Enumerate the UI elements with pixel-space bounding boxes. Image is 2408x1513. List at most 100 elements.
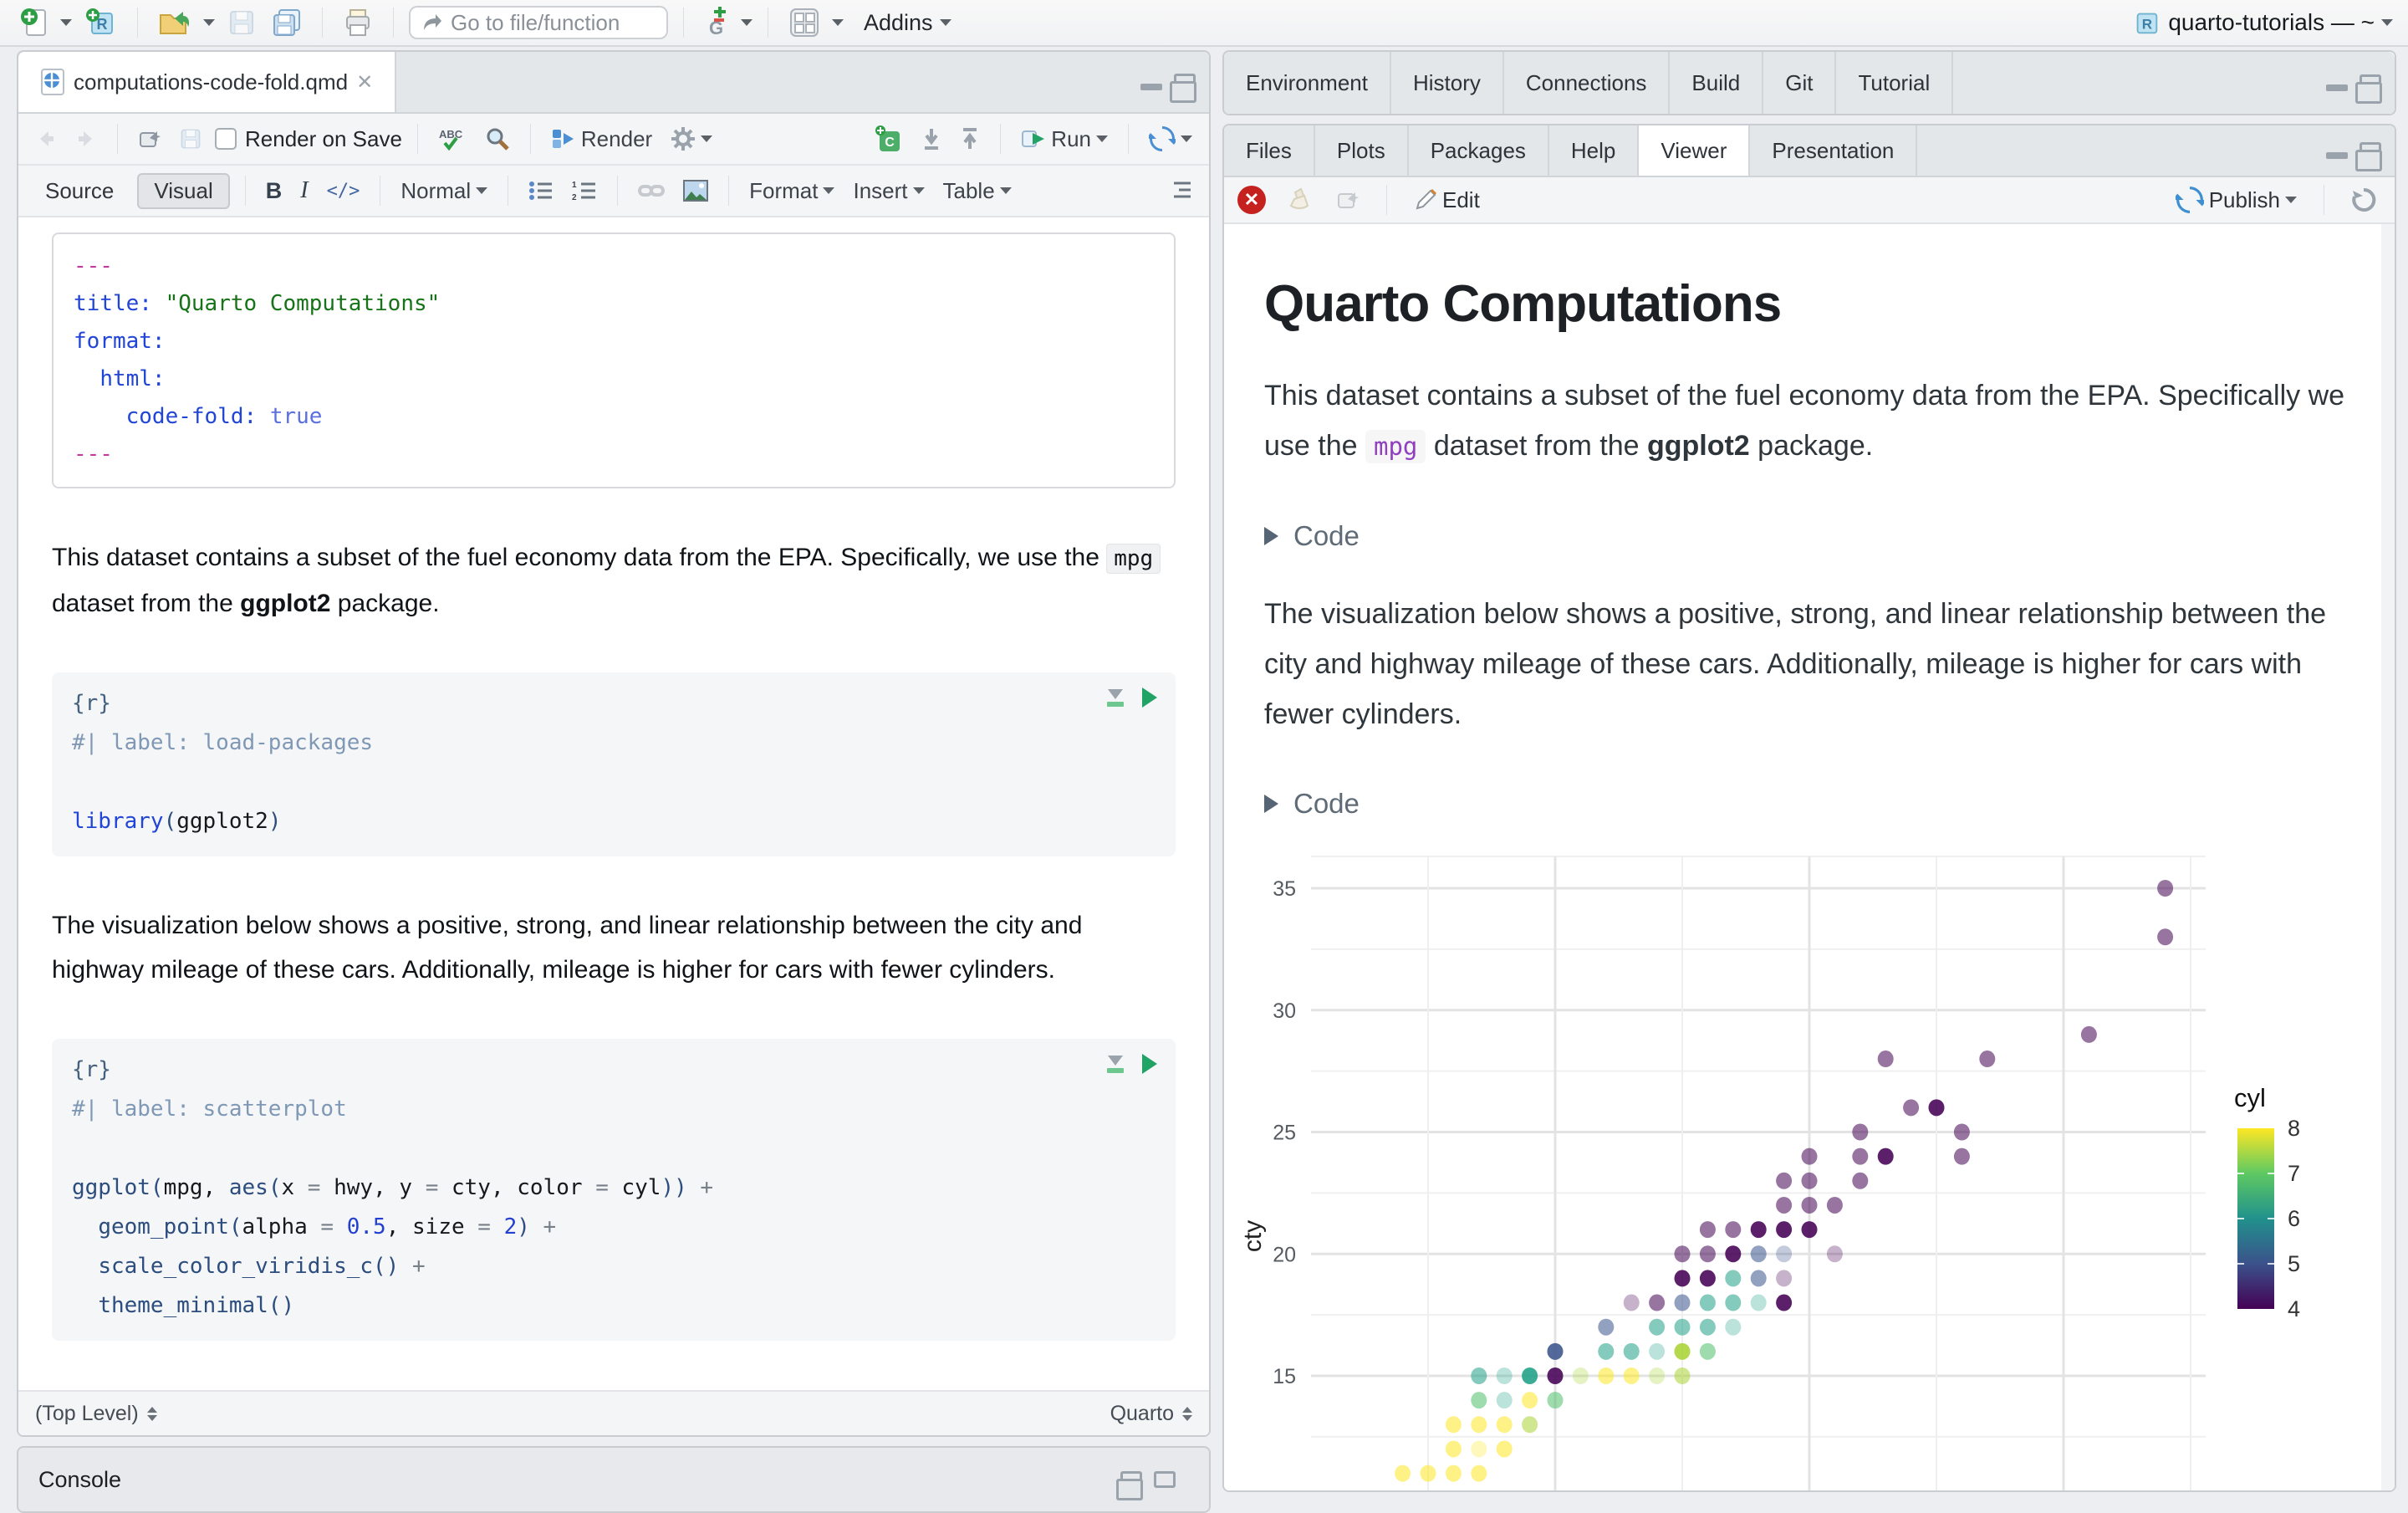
bold-button[interactable]: B bbox=[261, 176, 288, 206]
run-button[interactable]: Run bbox=[1016, 125, 1113, 154]
svg-text:25: 25 bbox=[1273, 1122, 1296, 1145]
goto-arrow-icon bbox=[424, 14, 441, 30]
save-all-button[interactable] bbox=[267, 5, 307, 40]
edit-label: Edit bbox=[1442, 187, 1480, 212]
insert-chunk-button[interactable]: C bbox=[870, 123, 908, 155]
refresh-viewer-icon[interactable] bbox=[2346, 186, 2381, 214]
image-button[interactable] bbox=[678, 178, 713, 203]
format-dropdown[interactable]: Format bbox=[744, 176, 839, 206]
outline-toggle-icon[interactable] bbox=[1162, 179, 1197, 202]
scope-selector[interactable]: (Top Level) bbox=[35, 1402, 139, 1426]
restore-pane-icon[interactable] bbox=[1116, 1471, 1143, 1500]
code-chunk-load-packages[interactable]: {r} #| label: load-packages library(ggplo… bbox=[52, 672, 1176, 856]
back-icon[interactable] bbox=[30, 126, 62, 151]
tab-help[interactable]: Help bbox=[1548, 125, 1640, 176]
source-tools-button[interactable] bbox=[1144, 124, 1197, 154]
viewer-scrollbar[interactable] bbox=[2381, 224, 2395, 1490]
panes-caret[interactable] bbox=[832, 19, 844, 26]
maximize-pane-icon[interactable] bbox=[1154, 1471, 1176, 1488]
minimize-pane-icon[interactable] bbox=[1140, 84, 1162, 90]
forward-icon[interactable] bbox=[70, 126, 102, 151]
addins-caret[interactable] bbox=[939, 19, 951, 26]
project-name: quarto-tutorials — ~ bbox=[2168, 9, 2375, 35]
run-below-icon[interactable] bbox=[955, 125, 985, 152]
paragraph-style-dropdown[interactable]: Normal bbox=[395, 176, 492, 206]
popout-icon[interactable] bbox=[133, 126, 166, 151]
tab-plots[interactable]: Plots bbox=[1314, 125, 1409, 176]
editor-status-bar: (Top Level) Quarto bbox=[18, 1390, 1209, 1435]
run-above-icon[interactable] bbox=[916, 125, 946, 152]
tab-connections[interactable]: Connections bbox=[1503, 52, 1671, 114]
search-icon[interactable] bbox=[480, 125, 515, 153]
tab-build[interactable]: Build bbox=[1670, 52, 1764, 114]
tab-packages[interactable]: Packages bbox=[1408, 125, 1549, 176]
run-chunks-above-icon[interactable] bbox=[1107, 1055, 1124, 1073]
git-button[interactable]: G bbox=[699, 3, 734, 42]
source-mode-button[interactable]: Source bbox=[30, 175, 129, 207]
tab-git[interactable]: Git bbox=[1763, 52, 1837, 114]
run-chunks-above-icon[interactable] bbox=[1107, 688, 1124, 707]
close-tab-icon[interactable]: ✕ bbox=[356, 70, 373, 95]
new-file-button[interactable] bbox=[15, 3, 54, 42]
table-dropdown[interactable]: Table bbox=[938, 176, 1017, 206]
numbered-list-button[interactable]: 12 bbox=[567, 178, 602, 203]
render-settings-button[interactable] bbox=[666, 125, 717, 153]
new-project-button[interactable]: R bbox=[80, 3, 122, 42]
bullet-list-button[interactable] bbox=[523, 178, 559, 203]
maximize-pane-icon[interactable] bbox=[2355, 142, 2382, 171]
italic-button[interactable]: I bbox=[295, 176, 313, 206]
spellcheck-icon[interactable]: ABC bbox=[433, 125, 472, 153]
viewer-popout-icon[interactable] bbox=[1331, 187, 1365, 212]
tab-environment[interactable]: Environment bbox=[1224, 52, 1391, 114]
tab-history[interactable]: History bbox=[1390, 52, 1504, 114]
tab-viewer[interactable]: Viewer bbox=[1639, 125, 1751, 176]
code-format-button[interactable]: </> bbox=[322, 179, 365, 203]
code-fold-1[interactable]: Code bbox=[1264, 520, 2348, 552]
editor-paragraph-2[interactable]: The visualization below shows a positive… bbox=[52, 903, 1164, 992]
console-title[interactable]: Console bbox=[38, 1467, 121, 1493]
tab-presentation[interactable]: Presentation bbox=[1750, 125, 1918, 176]
print-button[interactable] bbox=[338, 5, 378, 40]
project-menu[interactable]: R quarto-tutorials — ~ bbox=[2131, 8, 2393, 38]
main-toolbar: R Go to file/function G Addins R quarto-… bbox=[0, 0, 2408, 47]
tab-tutorial[interactable]: Tutorial bbox=[1836, 52, 1954, 114]
save-button[interactable] bbox=[223, 6, 260, 39]
save-doc-icon[interactable] bbox=[175, 126, 207, 151]
editor-paragraph-1[interactable]: This dataset contains a subset of the fu… bbox=[52, 535, 1164, 626]
visual-editor-canvas[interactable]: --- title: "Quarto Computations" format: h… bbox=[18, 217, 1209, 1390]
visual-mode-button[interactable]: Visual bbox=[137, 172, 230, 209]
open-file-button[interactable] bbox=[153, 5, 196, 40]
insert-dropdown[interactable]: Insert bbox=[848, 176, 929, 206]
svg-text:8: 8 bbox=[2288, 1116, 2300, 1141]
maximize-pane-icon[interactable] bbox=[2355, 74, 2382, 104]
new-file-caret[interactable] bbox=[60, 19, 72, 26]
goto-file-search[interactable]: Go to file/function bbox=[409, 6, 668, 39]
clear-viewer-icon[interactable] bbox=[1281, 186, 1316, 214]
svg-text:5: 5 bbox=[2288, 1251, 2300, 1276]
addins-button[interactable]: Addins bbox=[864, 10, 933, 36]
workspace-panes-button[interactable] bbox=[783, 4, 825, 41]
git-caret[interactable] bbox=[741, 19, 752, 26]
open-file-caret[interactable] bbox=[203, 19, 215, 26]
render-button[interactable]: Render bbox=[546, 125, 657, 154]
run-chunk-icon[interactable] bbox=[1142, 1054, 1157, 1074]
render-on-save-checkbox[interactable] bbox=[215, 128, 237, 150]
editor-tab-qmd[interactable]: computations-code-fold.qmd ✕ bbox=[18, 52, 397, 112]
maximize-pane-icon[interactable] bbox=[1170, 74, 1196, 103]
panes-grid-icon bbox=[790, 8, 819, 37]
render-on-save-label: Render on Save bbox=[245, 125, 402, 151]
code-line: #| label: load-packages bbox=[72, 730, 374, 755]
publish-button[interactable]: Publish bbox=[2171, 184, 2302, 216]
edit-button[interactable]: Edit bbox=[1409, 186, 1485, 215]
link-button[interactable] bbox=[633, 178, 670, 203]
yaml-front-matter[interactable]: --- title: "Quarto Computations" format: h… bbox=[52, 233, 1176, 488]
doc-type-selector[interactable]: Quarto bbox=[1110, 1402, 1174, 1426]
minimize-pane-icon[interactable] bbox=[2326, 152, 2348, 159]
viewer-content[interactable]: Quarto Computations This dataset contain… bbox=[1224, 224, 2395, 1490]
minimize-pane-icon[interactable] bbox=[2326, 84, 2348, 91]
code-chunk-scatterplot[interactable]: {r} #| label: scatterplot ggplot(mpg, aes… bbox=[52, 1039, 1176, 1341]
run-chunk-icon[interactable] bbox=[1142, 687, 1157, 708]
code-fold-2[interactable]: Code bbox=[1264, 788, 2348, 820]
tab-files[interactable]: Files bbox=[1224, 125, 1315, 176]
stop-icon[interactable]: ✕ bbox=[1237, 186, 1266, 214]
